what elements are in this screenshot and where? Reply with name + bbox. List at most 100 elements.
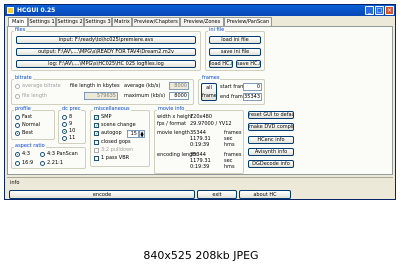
- aspect-16-9-radio[interactable]: [15, 161, 20, 166]
- profile-best-radio[interactable]: [15, 131, 20, 136]
- input-file-button[interactable]: input: F:\ready\to\hc025\premiere.avs: [16, 36, 196, 44]
- file-length-kbytes-label: file length in kbytes: [70, 83, 120, 89]
- pulldown-checkbox[interactable]: [94, 148, 99, 153]
- ini-file-group-label: ini file: [208, 27, 226, 33]
- autogop-spinner[interactable]: ▲ ▼: [139, 130, 145, 138]
- profile-fast-radio[interactable]: [15, 115, 20, 120]
- movie-info-value: 0:19:39: [190, 142, 210, 148]
- movie-info-unit: hms: [224, 142, 235, 148]
- all-frames-button[interactable]: all frames: [201, 83, 217, 101]
- file-length-radio-label: file length: [22, 93, 48, 99]
- average-kbs-label: average (kb/s): [124, 83, 161, 89]
- dc-prec-9-label: 9: [69, 121, 73, 127]
- dc-prec-8-label: 8: [69, 114, 73, 120]
- movie-info-value: 0:19:39: [190, 164, 210, 170]
- average-bitrate-radio[interactable]: [15, 84, 20, 89]
- autogop-checkbox[interactable]: ✓: [94, 131, 99, 137]
- end-frame-label: end frame: [220, 94, 246, 100]
- tab-settings-1[interactable]: Settings 1: [28, 17, 56, 26]
- tab-matrix[interactable]: Matrix: [112, 17, 132, 26]
- aspect-4-3-label: 4:3: [22, 151, 31, 157]
- closed-gops-checkbox[interactable]: [94, 140, 99, 145]
- aspect-16-9-label: 16:9: [22, 160, 34, 166]
- about-hc-button[interactable]: about HC: [239, 190, 291, 199]
- info-label: info: [10, 180, 20, 186]
- exit-button[interactable]: exit: [197, 190, 237, 199]
- log-file-button[interactable]: log: F:\AV\....\MPG\s\HC025\HC 025 logfi…: [16, 60, 196, 68]
- bitrate-group-label: bitrate: [14, 75, 33, 81]
- aspect-ratio-group-label: aspect ratio: [14, 143, 46, 149]
- average-bitrate-label: average bitrate: [22, 83, 61, 89]
- maximum-kbs-input[interactable]: 8000: [169, 92, 189, 100]
- tab-settings-2[interactable]: Settings 2: [56, 17, 84, 26]
- autogop-value-input[interactable]: 15: [127, 130, 139, 138]
- make-dvd-compliant-button[interactable]: make DVD compliant: [248, 123, 294, 131]
- frames-group-label: frames: [201, 75, 221, 81]
- app-icon: [7, 7, 14, 14]
- dgdecode-info-button[interactable]: DGDecode info: [248, 160, 294, 168]
- reset-gui-button[interactable]: reset GUI to default: [248, 111, 294, 119]
- profile-best-label: Best: [22, 130, 34, 136]
- minimize-icon[interactable]: _: [365, 6, 374, 15]
- aspect-4-3-panscan-radio[interactable]: [40, 152, 45, 157]
- scene-change-checkbox[interactable]: ✓: [94, 123, 99, 129]
- dc-prec-10-radio[interactable]: [62, 129, 67, 134]
- tab-preview-chapters[interactable]: Preview/Chapters: [132, 17, 180, 26]
- hcenc-info-button[interactable]: HCenc info: [248, 136, 294, 144]
- tab-preview-panscan[interactable]: Preview/PanScan: [224, 17, 272, 26]
- closed-gops-label: closed gops: [101, 139, 131, 145]
- files-group-label: files: [14, 27, 27, 33]
- aspect-4-3-radio[interactable]: [15, 152, 20, 157]
- average-kbs-input[interactable]: 8000: [169, 82, 189, 90]
- title-bar: HCGUI 0.25: [5, 5, 395, 16]
- movie-info-unit: hms: [224, 164, 235, 170]
- info-area: info: [7, 177, 393, 188]
- app-window: HCGUI 0.25 _ □ × Main Settings 1 Setting…: [4, 4, 396, 200]
- autogop-label: autogop: [101, 130, 122, 136]
- movie-info-value: 720x480: [190, 114, 213, 120]
- profile-group-label: profile: [14, 106, 32, 112]
- load-hc-ini-button[interactable]: load HC.ini: [209, 60, 233, 68]
- file-length-input[interactable]: 579635: [84, 92, 118, 100]
- scene-change-label: scene change: [101, 122, 136, 128]
- load-ini-button[interactable]: load ini file: [209, 36, 261, 44]
- save-ini-button[interactable]: save ini file: [209, 48, 261, 56]
- one-pass-vbr-checkbox[interactable]: [94, 156, 99, 161]
- dc-prec-group-label: dc prec: [61, 106, 82, 112]
- start-frame-input[interactable]: 0: [243, 83, 262, 91]
- movie-info-key: width x height: [157, 114, 193, 120]
- aspect-4-3-panscan-label: 4:3 PanScan: [47, 151, 78, 157]
- smp-checkbox[interactable]: ✓: [94, 115, 99, 121]
- main-panel: files input: F:\ready\to\hc025\premiere.…: [7, 26, 393, 175]
- movie-info-group-label: movie info: [157, 106, 186, 112]
- dc-prec-10-label: 10: [69, 128, 76, 134]
- save-hc-ini-button[interactable]: save HC.ini: [236, 60, 261, 68]
- profile-normal-label: Normal: [22, 122, 41, 128]
- movie-info-value: 29.97000 / YV12: [190, 121, 232, 127]
- output-file-button[interactable]: output: F:\AV\....\MPG\s\READY FOR TAV4\…: [16, 48, 196, 56]
- avisynth-info-button[interactable]: Avisynth info: [248, 148, 294, 156]
- movie-info-key: fps / format: [157, 121, 187, 127]
- tab-preview-zones[interactable]: Preview/Zones: [180, 17, 224, 26]
- miscellaneous-group-label: miscellaneous: [93, 106, 131, 112]
- profile-fast-label: Fast: [22, 114, 33, 120]
- maximum-kbs-label: maximum (kb/s): [124, 93, 166, 99]
- file-length-radio[interactable]: [15, 94, 20, 99]
- aspect-2-21-radio[interactable]: [40, 161, 45, 166]
- tab-settings-3[interactable]: Settings 3: [84, 17, 112, 26]
- dc-prec-9-radio[interactable]: [62, 122, 67, 127]
- profile-normal-radio[interactable]: [15, 123, 20, 128]
- window-title: HCGUI 0.25: [17, 7, 56, 14]
- dc-prec-11-radio[interactable]: [62, 136, 67, 141]
- movie-info-key: movie length: [157, 130, 190, 136]
- aspect-2-21-label: 2.21:1: [47, 160, 63, 166]
- dc-prec-11-label: 11: [69, 135, 76, 141]
- encode-button[interactable]: encode: [9, 190, 195, 199]
- dc-prec-8-radio[interactable]: [62, 115, 67, 120]
- maximize-icon[interactable]: □: [375, 6, 384, 15]
- close-icon[interactable]: ×: [385, 6, 394, 15]
- pulldown-label: 3:2 pulldown: [101, 147, 134, 153]
- end-frame-input[interactable]: 35343: [243, 93, 262, 101]
- one-pass-vbr-label: 1 pass VBR: [101, 155, 130, 161]
- smp-label: SMP: [101, 114, 112, 120]
